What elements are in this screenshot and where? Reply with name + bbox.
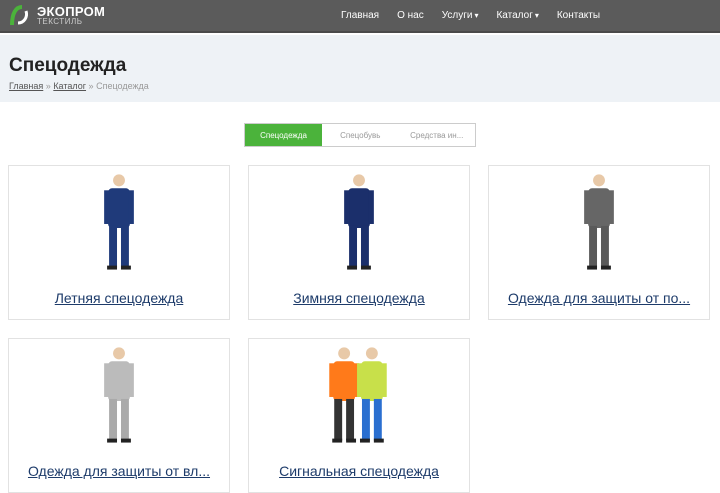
nav-home[interactable]: Главная [341, 10, 379, 21]
nav-about[interactable]: О нас [397, 10, 424, 21]
breadcrumb-catalog[interactable]: Каталог [53, 81, 86, 91]
chevron-down-icon: ▾ [534, 11, 539, 20]
category-card[interactable]: Одежда для защиты от вл... [8, 338, 230, 493]
logo-icon [10, 5, 28, 26]
tab-footwear[interactable]: Спецобувь [322, 124, 399, 146]
logo[interactable]: ЭКОПРОМ ТЕКСТИЛЬ [8, 3, 105, 27]
nav-contacts[interactable]: Контакты [557, 10, 600, 21]
nav-catalog[interactable]: Каталог ▾ [496, 10, 538, 21]
main-nav: Главная О нас Услуги ▾ Каталог ▾ Контакты [341, 10, 600, 21]
breadcrumb-home[interactable]: Главная [9, 81, 43, 91]
chevron-down-icon: ▾ [474, 11, 479, 20]
nav-catalog-label: Каталог [496, 10, 533, 21]
category-link[interactable]: Сигнальная спецодежда [249, 463, 469, 479]
tab-protection[interactable]: Средства ин... [399, 124, 476, 146]
brand-sub: ТЕКСТИЛЬ [37, 16, 83, 26]
category-card[interactable]: Сигнальная спецодежда [248, 338, 470, 493]
product-image[interactable] [9, 166, 229, 278]
page-header: Спецодежда Главная » Каталог » Спецодежд… [0, 35, 720, 102]
product-image[interactable] [489, 166, 709, 278]
category-link[interactable]: Одежда для защиты от по... [489, 290, 709, 306]
breadcrumb-current: Спецодежда [96, 81, 149, 91]
category-link[interactable]: Летняя спецодежда [9, 290, 229, 306]
category-card[interactable]: Летняя спецодежда [8, 165, 230, 320]
product-image[interactable] [249, 166, 469, 278]
nav-services[interactable]: Услуги ▾ [442, 10, 479, 21]
product-image[interactable] [249, 339, 469, 451]
breadcrumb-sep: » [45, 81, 51, 91]
nav-services-label: Услуги [441, 10, 473, 21]
category-link[interactable]: Одежда для защиты от вл... [9, 463, 229, 479]
breadcrumb: Главная » Каталог » Спецодежда [9, 81, 149, 91]
category-tabs: Спецодежда Спецобувь Средства ин... [244, 123, 476, 147]
tab-workwear[interactable]: Спецодежда [245, 124, 322, 146]
category-card[interactable]: Зимняя спецодежда [248, 165, 470, 320]
brand-name: ЭКОПРОМ [37, 3, 106, 19]
page-title: Спецодежда [9, 55, 127, 76]
breadcrumb-sep: » [88, 81, 94, 91]
category-card[interactable]: Одежда для защиты от по... [488, 165, 710, 320]
product-image[interactable] [9, 339, 229, 451]
category-link[interactable]: Зимняя спецодежда [249, 290, 469, 306]
top-navbar: ЭКОПРОМ ТЕКСТИЛЬ Главная О нас Услуги ▾ Ка… [0, 0, 720, 33]
